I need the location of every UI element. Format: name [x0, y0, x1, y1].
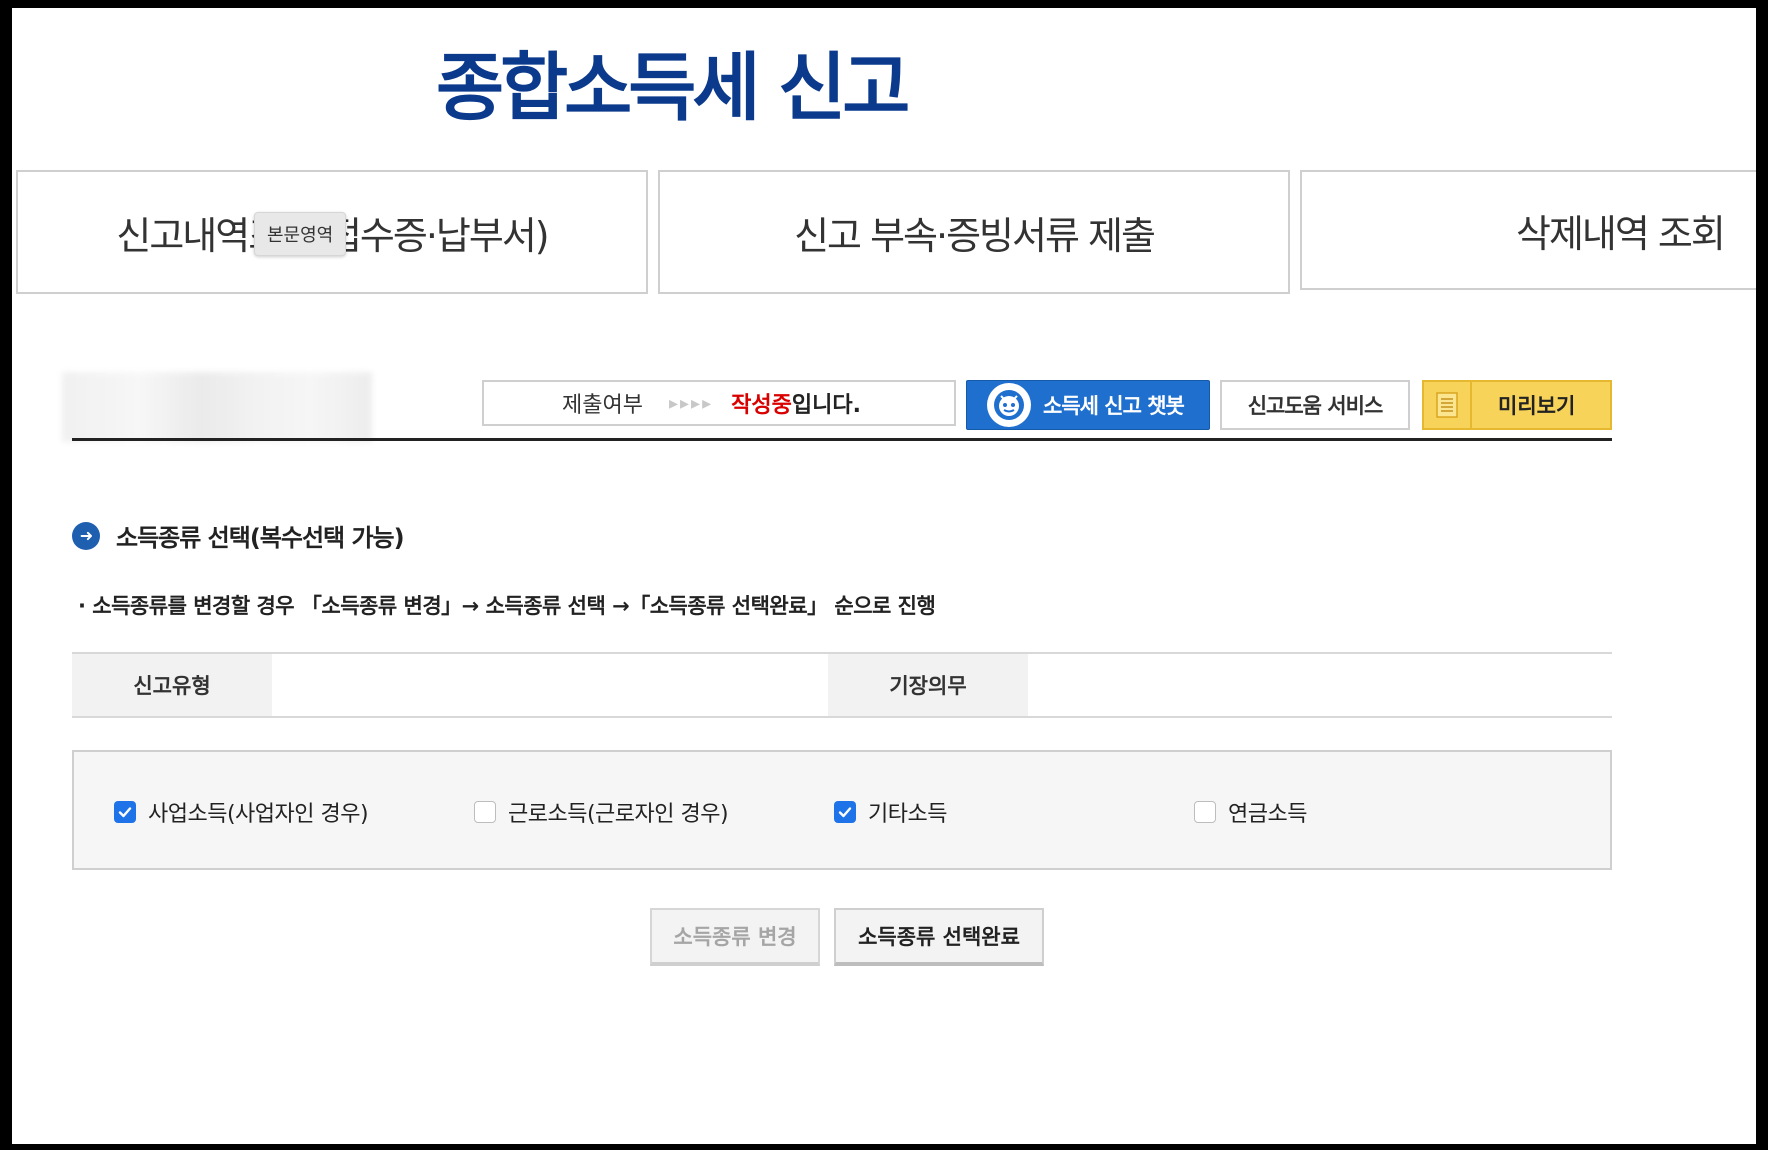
preview-label: 미리보기	[1498, 394, 1576, 418]
main-content-tooltip: 본문영역	[254, 212, 347, 256]
help-service-button[interactable]: 신고도움 서비스	[1220, 380, 1410, 430]
document-icon	[1424, 382, 1472, 428]
nav-deleted-history[interactable]: 삭제내역 조회	[1300, 170, 1756, 290]
report-type-label: 신고유형	[72, 654, 272, 716]
chatbot-icon	[987, 383, 1031, 427]
page: 종합소득세 신고 신고내역조회(접수증·납부서) 신고 부속·증빙서류 제출 삭…	[12, 8, 1756, 1144]
bookkeeping-value	[1028, 654, 1612, 716]
checkbox-label: 기타소득	[868, 802, 947, 827]
nav-deleted-history-label: 삭제내역 조회	[1516, 211, 1726, 256]
income-type-panel: 사업소득(사업자인 경우) 근로소득(근로자인 경우) 기타소득 연금소득	[72, 750, 1612, 870]
report-type-value	[272, 654, 828, 716]
checkbox-icon[interactable]	[114, 801, 136, 823]
checkbox-label: 연금소득	[1228, 802, 1307, 827]
bookkeeping-label: 기장의무	[828, 654, 1028, 716]
page-title: 종합소득세 신고	[436, 45, 910, 131]
report-info-table: 신고유형 기장의무	[72, 652, 1612, 718]
checkbox-label: 사업소득(사업자인 경우)	[148, 802, 369, 827]
section-title: ➜ 소득종류 선택(복수선택 가능)	[72, 518, 405, 553]
redacted-area	[62, 372, 372, 442]
status-suffix: 입니다.	[791, 393, 861, 418]
nav-attachment-submit-label: 신고 부속·증빙서류 제출	[794, 213, 1156, 258]
checkbox-business-income[interactable]: 사업소득(사업자인 경우)	[114, 796, 369, 828]
arrow-right-circle-icon: ➜	[72, 521, 100, 550]
checkbox-label: 근로소득(근로자인 경우)	[508, 802, 729, 827]
instruction-note: · 소득종류를 변경할 경우 「소득종류 변경」→ 소득종류 선택 →「소득종류…	[78, 594, 936, 618]
checkbox-earned-income[interactable]: 근로소득(근로자인 경우)	[474, 796, 729, 828]
status-label: 제출여부	[562, 393, 643, 418]
checkbox-other-income[interactable]: 기타소득	[834, 796, 947, 828]
header-divider	[72, 438, 1612, 441]
nav-attachment-submit[interactable]: 신고 부속·증빙서류 제출	[658, 170, 1290, 294]
section-title-text: 소득종류 선택(복수선택 가능)	[116, 524, 405, 552]
checkbox-pension-income[interactable]: 연금소득	[1194, 796, 1307, 828]
chatbot-button[interactable]: 소득세 신고 챗봇	[966, 380, 1210, 430]
help-service-label: 신고도움 서비스	[1247, 394, 1384, 418]
change-income-type-label: 소득종류 변경	[673, 925, 797, 949]
checkbox-icon[interactable]	[834, 801, 856, 823]
checkbox-icon[interactable]	[474, 801, 496, 823]
change-income-type-button[interactable]: 소득종류 변경	[650, 908, 820, 966]
checkbox-icon[interactable]	[1194, 801, 1216, 823]
preview-button[interactable]: 미리보기	[1422, 380, 1612, 430]
status-value: 작성중	[731, 393, 792, 418]
submission-status: 제출여부 ▸▸▸▸ 작성중 입니다.	[482, 380, 956, 426]
complete-income-type-label: 소득종류 선택완료	[858, 925, 1020, 949]
complete-income-type-button[interactable]: 소득종류 선택완료	[834, 908, 1044, 966]
status-arrows: ▸▸▸▸	[668, 392, 714, 414]
chatbot-label: 소득세 신고 챗봇	[1043, 394, 1185, 418]
